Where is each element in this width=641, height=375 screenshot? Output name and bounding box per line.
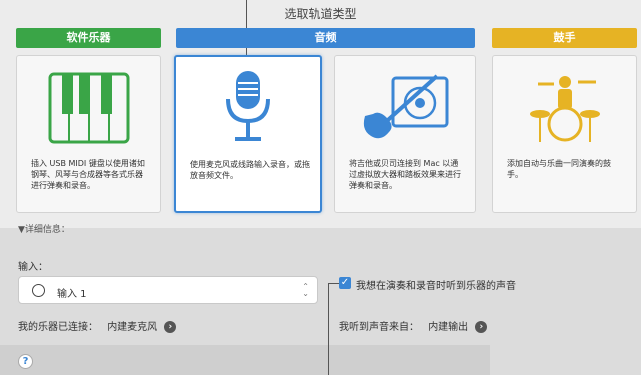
piano-keys-icon: [17, 68, 160, 148]
connected-label: 我的乐器已连接：: [18, 322, 98, 333]
card-software-instrument[interactable]: 插入 USB MIDI 键盘以使用诸如钢琴、风琴与合成器等各式乐器进行弹奏和录音…: [16, 55, 161, 213]
drummer-icon: [493, 68, 636, 148]
input-ring-icon: [32, 284, 45, 297]
input-selected-value: 输入 1: [57, 289, 87, 300]
info-arrow-icon[interactable]: ›: [475, 321, 488, 333]
instrument-connected-row: 我的乐器已连接： 内建麦克风 ›: [18, 318, 177, 333]
monitor-checkbox[interactable]: ✓: [339, 277, 351, 289]
card-description: 插入 USB MIDI 键盘以使用诸如钢琴、风琴与合成器等各式乐器进行弹奏和录音…: [31, 159, 145, 190]
details-toggle[interactable]: ▼详细信息：: [18, 222, 70, 235]
category-audio[interactable]: 音频: [176, 28, 475, 48]
help-button[interactable]: ?: [18, 354, 33, 369]
card-description: 使用麦克风或线路输入录音，或拖放音频文件。: [190, 160, 310, 180]
chevron-updown-icon: ⌃ ⌄: [302, 282, 309, 298]
card-description: 添加自动与乐曲一同演奏的鼓手。: [507, 159, 611, 179]
input-label: 输入：: [18, 262, 48, 273]
output-source-value: 内建输出: [428, 322, 469, 333]
output-source-label: 我听到声音来自：: [339, 322, 419, 333]
monitor-checkbox-label: 我想在演奏和录音时听到乐器的声音: [356, 281, 516, 292]
category-software-instrument[interactable]: 软件乐器: [16, 28, 161, 48]
microphone-icon: [176, 69, 320, 149]
card-description: 将吉他或贝司连接到 Mac 以通过虚拟放大器和踏板效果来进行弹奏和录音。: [349, 159, 461, 190]
dialog-title: 选取轨道类型: [284, 7, 357, 21]
info-arrow-icon[interactable]: ›: [164, 321, 177, 333]
connected-value: 内建麦克风: [107, 322, 158, 333]
footer-bar: [0, 345, 490, 375]
output-source-row: 我听到声音来自： 内建输出 ›: [339, 318, 488, 333]
card-microphone[interactable]: 使用麦克风或线路输入录音，或拖放音频文件。: [174, 55, 322, 213]
card-drummer[interactable]: 添加自动与乐曲一同演奏的鼓手。: [492, 55, 637, 213]
card-guitar-bass[interactable]: 将吉他或贝司连接到 Mac 以通过虚拟放大器和踏板效果来进行弹奏和录音。: [334, 55, 476, 213]
guitar-amp-icon: [335, 68, 475, 148]
category-drummer[interactable]: 鼓手: [492, 28, 637, 48]
input-select[interactable]: 输入 1 ⌃ ⌄: [18, 276, 318, 304]
callout-line-bottom-vertical: [328, 283, 329, 375]
